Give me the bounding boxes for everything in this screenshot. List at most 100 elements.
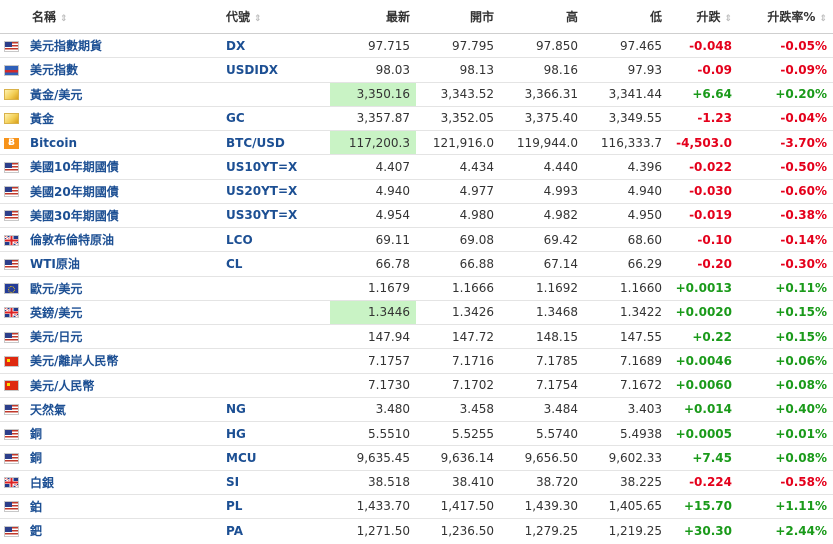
instrument-name-link[interactable]: 美國30年期國債	[26, 203, 220, 229]
change-value: -1.23	[668, 106, 738, 132]
cn-flag-icon	[4, 380, 19, 392]
change-value: -4,503.0	[668, 130, 738, 156]
table-row[interactable]: 白銀 SI 38.518 38.410 38.720 38.225 -0.224 -0.58%	[0, 470, 833, 495]
instrument-code-link[interactable]: PL	[220, 494, 330, 520]
instrument-code-link[interactable]	[220, 348, 330, 374]
instrument-code-link[interactable]: MCU	[220, 445, 330, 471]
table-header-row: 名稱 ⇕ 代號 ⇕ 最新 開市 高 低 升跌 ⇕ 升跌率% ⇕	[0, 0, 833, 34]
change-value: -0.224	[668, 470, 738, 495]
sort-icon[interactable]: ⇕	[724, 14, 732, 24]
instrument-name-link[interactable]: 鈀	[26, 519, 220, 543]
table-row[interactable]: 天然氣 NG 3.480 3.458 3.484 3.403 +0.014 +0.40%	[0, 397, 833, 423]
instrument-code-link[interactable]: US20YT=X	[220, 179, 330, 204]
flag-cell	[0, 300, 26, 326]
table-row[interactable]: 鈀 PA 1,271.50 1,236.50 1,279.25 1,219.25 +30.3…	[0, 519, 833, 543]
instrument-name-link[interactable]: 白銀	[26, 470, 220, 495]
instrument-name-link[interactable]: 美元/日元	[26, 324, 220, 350]
instrument-name-link[interactable]: 美國10年期國債	[26, 154, 220, 180]
table-row[interactable]: 黃金/美元 3,350.16 3,343.52 3,366.31 3,341.44 +6.…	[0, 82, 833, 107]
table-row[interactable]: 美元指數 USDIDX 98.03 98.13 98.16 97.93 -0.09 -0.09…	[0, 57, 833, 83]
table-row[interactable]: 美國30年期國債 US30YT=X 4.954 4.980 4.982 4.950 -0.0…	[0, 203, 833, 229]
table-row[interactable]: 美元/人民幣 7.1730 7.1702 7.1754 7.1672 +0.0060 +0.…	[0, 373, 833, 398]
uk-flag-icon	[4, 477, 19, 489]
instrument-name-link[interactable]: 美元指數期貨	[26, 33, 220, 59]
instrument-code-link[interactable]: BTC/USD	[220, 130, 330, 156]
instrument-code-link[interactable]: DX	[220, 33, 330, 59]
instrument-code-link[interactable]: HG	[220, 421, 330, 447]
sort-icon[interactable]: ⇕	[819, 14, 827, 24]
header-open[interactable]: 開市	[416, 0, 500, 34]
table-row[interactable]: 美國10年期國債 US10YT=X 4.407 4.434 4.440 4.396 -0.0…	[0, 154, 833, 180]
instrument-code-link[interactable]	[220, 276, 330, 301]
sort-icon[interactable]: ⇕	[60, 14, 68, 24]
table-row[interactable]: 黃金 GC 3,357.87 3,352.05 3,375.40 3,349.55 -1.2…	[0, 106, 833, 132]
instrument-name-link[interactable]: 美元/離岸人民幣	[26, 348, 220, 374]
instrument-name-link[interactable]: 英鎊/美元	[26, 300, 220, 326]
table-row[interactable]: 英鎊/美元 1.3446 1.3426 1.3468 1.3422 +0.0020 +0.1…	[0, 300, 833, 326]
instrument-name-link[interactable]: 歐元/美元	[26, 276, 220, 301]
sort-icon[interactable]: ⇕	[254, 14, 262, 24]
table-row[interactable]: 美元/日元 147.94 147.72 148.15 147.55 +0.22 +0.15%	[0, 324, 833, 350]
header-high[interactable]: 高	[500, 0, 584, 34]
instrument-name-link[interactable]: 鉑	[26, 494, 220, 520]
instrument-name-link[interactable]: 黃金	[26, 106, 220, 132]
high-price: 4.993	[500, 179, 584, 204]
instrument-code-link[interactable]	[220, 373, 330, 398]
table-row[interactable]: Ƀ Bitcoin BTC/USD 117,200.3 121,916.0 119,944…	[0, 130, 833, 156]
header-change[interactable]: 升跌 ⇕	[668, 0, 738, 34]
instrument-name-link[interactable]: 美元/人民幣	[26, 373, 220, 398]
instrument-name-link[interactable]: WTI原油	[26, 251, 220, 277]
instrument-code-link[interactable]: US10YT=X	[220, 154, 330, 180]
header-code[interactable]: 代號 ⇕	[220, 0, 330, 34]
table-row[interactable]: 美元/離岸人民幣 7.1757 7.1716 7.1785 7.1689 +0.0046 +…	[0, 348, 833, 374]
instrument-name-link[interactable]: 倫敦布倫特原油	[26, 227, 220, 253]
header-flag-spacer	[0, 0, 26, 34]
instrument-code-link[interactable]: GC	[220, 106, 330, 132]
header-low[interactable]: 低	[584, 0, 668, 34]
instrument-code-link[interactable]: LCO	[220, 227, 330, 253]
table-row[interactable]: 銅 MCU 9,635.45 9,636.14 9,656.50 9,602.33 +7.4…	[0, 445, 833, 471]
us-flag-icon	[4, 258, 19, 270]
instrument-code-link[interactable]: CL	[220, 251, 330, 277]
quotes-table-body: 美元指數期貨 DX 97.715 97.795 97.850 97.465 -0.048 -0…	[0, 33, 833, 543]
instrument-name-link[interactable]: 黃金/美元	[26, 82, 220, 107]
high-price: 1,279.25	[524, 523, 578, 538]
instrument-code-link[interactable]: NG	[220, 397, 330, 423]
table-row[interactable]: 倫敦布倫特原油 LCO 69.11 69.08 69.42 68.60 -0.10 -0.14…	[0, 227, 833, 253]
instrument-name-link[interactable]: 天然氣	[26, 397, 220, 423]
last-price: 4.407	[330, 154, 416, 180]
instrument-code-link[interactable]: USDIDX	[220, 57, 330, 83]
table-row[interactable]: 歐元/美元 1.1679 1.1666 1.1692 1.1660 +0.0013 +0.1…	[0, 276, 833, 301]
instrument-code-link[interactable]	[220, 324, 330, 350]
instrument-code-link[interactable]: US30YT=X	[220, 203, 330, 229]
table-row[interactable]: 銅 HG 5.5510 5.5255 5.5740 5.4938 +0.0005 +0.01%	[0, 421, 833, 447]
change-percent: +0.40%	[738, 397, 833, 423]
low-price: 4.950	[584, 203, 668, 229]
header-change-label: 升跌	[696, 10, 721, 24]
instrument-name-link[interactable]: 銅	[26, 421, 220, 447]
flag-cell	[0, 33, 26, 59]
instrument-name-link[interactable]: Bitcoin	[26, 130, 220, 156]
table-row[interactable]: 鉑 PL 1,433.70 1,417.50 1,439.30 1,405.65 +15.7…	[0, 494, 833, 520]
table-row[interactable]: 美國20年期國債 US20YT=X 4.940 4.977 4.993 4.940 -0.0…	[0, 179, 833, 204]
instrument-name-link[interactable]: 銅	[26, 445, 220, 471]
change-value: +0.0013	[668, 276, 738, 301]
flag-cell	[0, 179, 26, 204]
header-change-pct[interactable]: 升跌率% ⇕	[738, 0, 833, 34]
header-name[interactable]: 名稱 ⇕	[26, 0, 220, 34]
change-value: +7.45	[668, 445, 738, 471]
instrument-name-link[interactable]: 美元指數	[26, 57, 220, 83]
instrument-code-link[interactable]: SI	[220, 470, 330, 495]
high-price: 1.1692	[500, 276, 584, 301]
instrument-name-link[interactable]: 美國20年期國債	[26, 179, 220, 204]
change-percent: +0.08%	[738, 373, 833, 398]
instrument-code-link[interactable]	[220, 82, 330, 107]
instrument-code-link[interactable]	[220, 300, 330, 326]
flag-cell	[0, 519, 26, 543]
header-last[interactable]: 最新	[330, 0, 416, 34]
last-price: 9,635.45	[330, 445, 416, 471]
last-price: 66.78	[330, 251, 416, 277]
instrument-code-link[interactable]: PA	[220, 519, 330, 543]
table-row[interactable]: 美元指數期貨 DX 97.715 97.795 97.850 97.465 -0.048 -0…	[0, 33, 833, 59]
table-row[interactable]: WTI原油 CL 66.78 66.88 67.14 66.29 -0.20 -0.30%	[0, 251, 833, 277]
